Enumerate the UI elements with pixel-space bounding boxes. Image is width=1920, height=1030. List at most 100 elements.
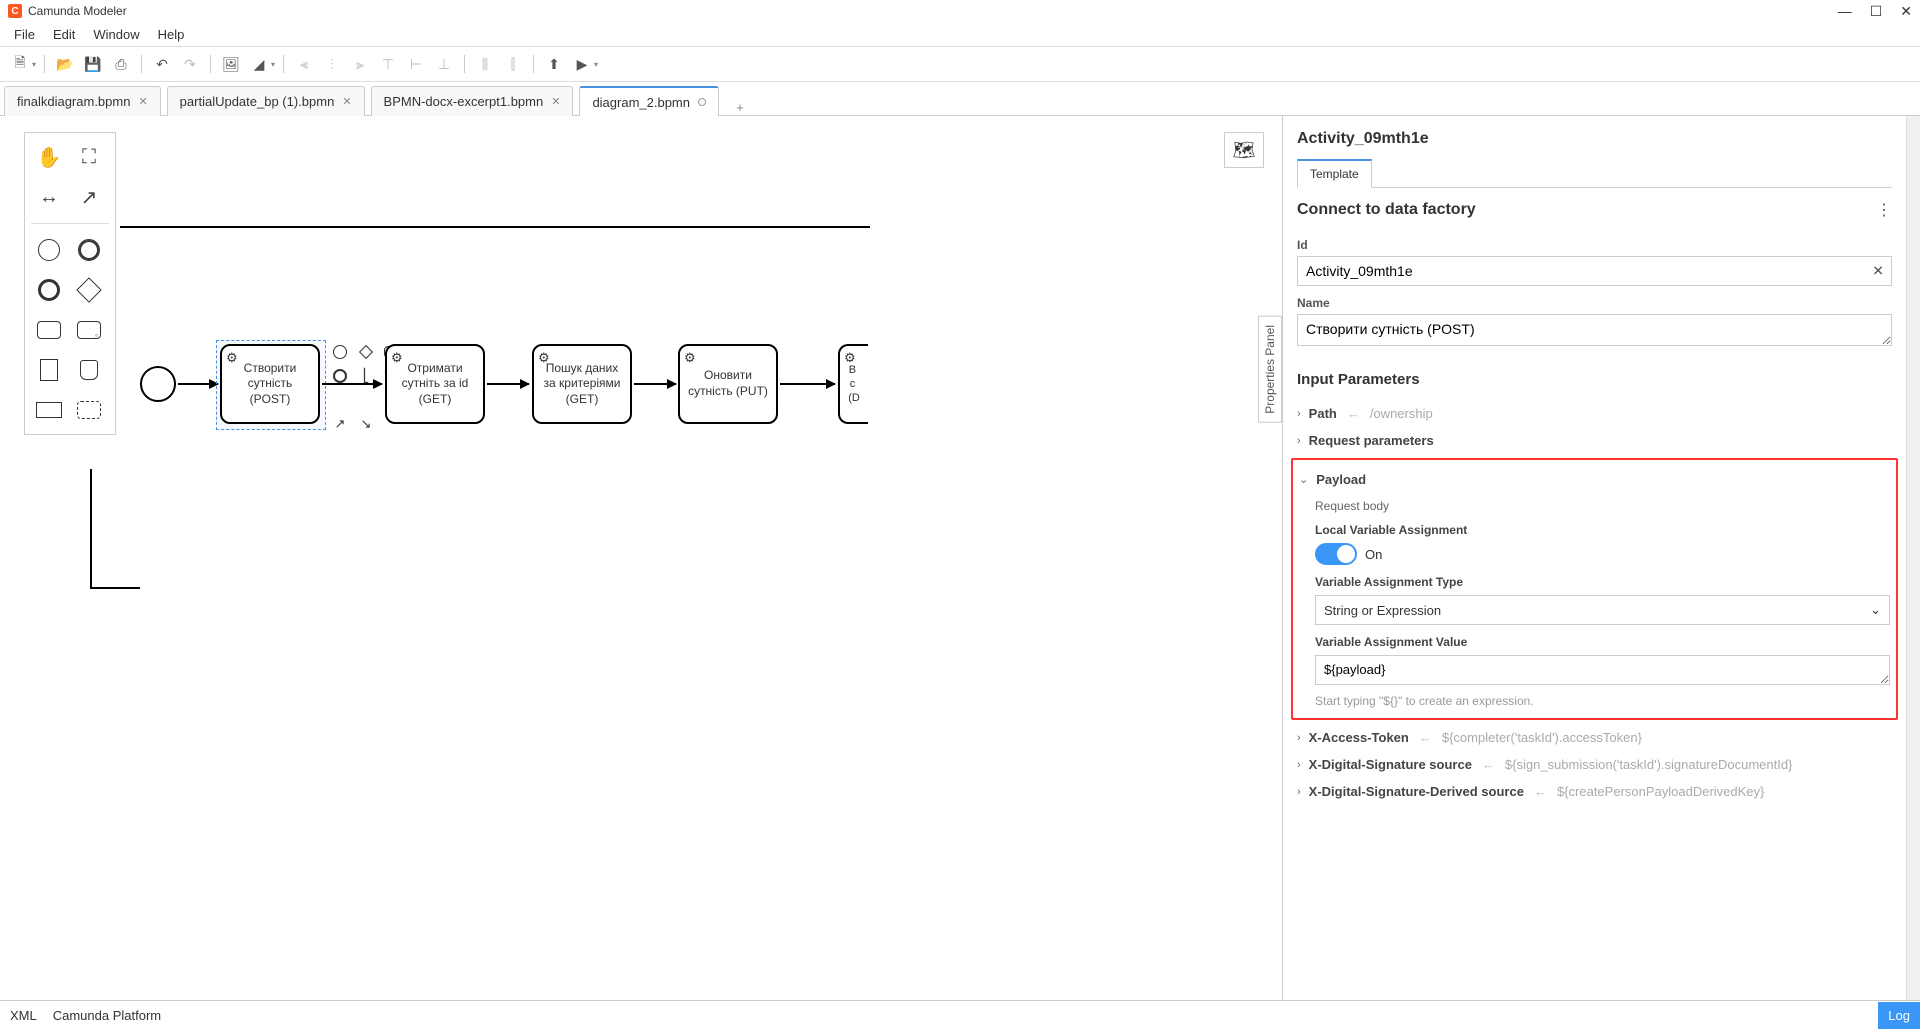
align-top-icon[interactable]: ⊤ (376, 52, 400, 76)
end-event-icon[interactable] (31, 272, 67, 308)
sequence-flow[interactable] (322, 383, 382, 385)
minimize-button[interactable]: — (1838, 3, 1852, 20)
gear-icon: ⚙ (684, 350, 696, 367)
menu-file[interactable]: File (6, 25, 43, 44)
lasso-tool-icon[interactable]: ⛶ (71, 139, 107, 175)
task-cut[interactable]: ⚙В с (D (838, 344, 868, 424)
new-file-icon[interactable]: 🗎 (8, 52, 32, 76)
participant-icon[interactable] (31, 392, 67, 428)
ctx-circle-icon[interactable] (330, 342, 350, 362)
group-icon[interactable] (71, 392, 107, 428)
menu-window[interactable]: Window (85, 25, 147, 44)
data-store-icon[interactable] (71, 352, 107, 388)
align-left-icon[interactable]: ⫷ (292, 52, 316, 76)
start-event[interactable] (140, 366, 176, 402)
minimap-toggle[interactable]: 🗺 (1224, 132, 1264, 168)
var-type-select[interactable]: String or Expression ⌄ (1315, 595, 1890, 625)
payload-row[interactable]: ⌄ Payload (1299, 466, 1890, 493)
undo-icon[interactable]: ↶ (150, 52, 174, 76)
save-icon[interactable]: 💾 (81, 52, 105, 76)
chevron-right-icon: › (1297, 732, 1301, 744)
task-get-entity[interactable]: ⚙Отримати сутніть за id (GET) (385, 344, 485, 424)
xaccess-label: X-Access-Token (1309, 730, 1409, 745)
status-platform[interactable]: Camunda Platform (53, 1008, 161, 1023)
local-var-toggle[interactable] (1315, 543, 1357, 565)
gear-icon: ⚙ (391, 350, 403, 367)
task-search[interactable]: ⚙Пошук даних за критеріями (GET) (532, 344, 632, 424)
close-button[interactable]: ✕ (1900, 3, 1912, 20)
distribute-h-icon[interactable]: ⫼ (473, 52, 497, 76)
sequence-flow[interactable] (780, 383, 835, 385)
hand-tool-icon[interactable]: ✋ (31, 139, 67, 175)
tab-diagram2[interactable]: diagram_2.bpmn (579, 86, 719, 116)
expression-help: Start typing "${}" to create an expressi… (1315, 694, 1890, 708)
properties-panel-toggle[interactable]: Properties Panel (1258, 316, 1282, 423)
intermediate-event-icon[interactable] (71, 232, 107, 268)
panel-tab-template[interactable]: Template (1297, 159, 1372, 188)
task-update[interactable]: ⚙Оновити сутність (PUT) (678, 344, 778, 424)
tab-close-icon[interactable]: ✕ (551, 95, 560, 108)
input-params-title: Input Parameters (1297, 371, 1892, 388)
kebab-menu-icon[interactable]: ⋮ (1876, 200, 1892, 220)
menubar: File Edit Window Help (0, 22, 1920, 46)
save-all-icon[interactable]: ⎙ (109, 52, 133, 76)
maximize-button[interactable]: ☐ (1870, 3, 1883, 20)
panel-scrollbar[interactable] (1906, 116, 1920, 1000)
tab-partialupdate[interactable]: partialUpdate_bp (1).bpmn ✕ (167, 86, 365, 116)
toggle-state: On (1365, 547, 1382, 562)
path-row[interactable]: › Path ← /ownership (1297, 400, 1892, 427)
request-params-row[interactable]: › Request parameters (1297, 427, 1892, 454)
tab-label: BPMN-docx-excerpt1.bpmn (384, 94, 544, 109)
payload-section: ⌄ Payload Request body Local Variable As… (1291, 458, 1898, 720)
task-label: В с (D (844, 363, 864, 406)
ctx-diamond-icon[interactable] (356, 342, 376, 362)
subprocess-icon[interactable]: ▫ (71, 312, 107, 348)
ctx-arrow-icon[interactable]: ↘ (356, 414, 376, 434)
tab-close-icon[interactable]: ✕ (138, 95, 147, 108)
align-bottom-icon[interactable]: ⊥ (432, 52, 456, 76)
connect-tool-icon[interactable]: ↗ (71, 179, 107, 215)
sequence-flow[interactable] (634, 383, 676, 385)
tab-finalkdiagram[interactable]: finalkdiagram.bpmn ✕ (4, 86, 161, 116)
align-right-icon[interactable]: ⫸ (348, 52, 372, 76)
space-tool-icon[interactable]: ↔ (31, 179, 67, 215)
align-center-v-icon[interactable]: ⊢ (404, 52, 428, 76)
id-input[interactable] (1297, 256, 1892, 286)
start-event-icon[interactable] (31, 232, 67, 268)
align-center-h-icon[interactable]: ⫶ (320, 52, 344, 76)
image-icon[interactable]: 🖼 (219, 52, 243, 76)
open-file-icon[interactable]: 📂 (53, 52, 77, 76)
status-xml[interactable]: XML (10, 1008, 37, 1023)
deploy-icon[interactable]: ⬆ (542, 52, 566, 76)
name-input[interactable] (1297, 314, 1892, 346)
sequence-flow[interactable] (487, 383, 529, 385)
color-icon[interactable]: ◢ (247, 52, 271, 76)
log-button[interactable]: Log (1878, 1002, 1920, 1029)
ctx-connect-icon[interactable]: ↗ (330, 414, 350, 434)
clear-icon[interactable]: ✕ (1872, 263, 1884, 280)
menu-edit[interactable]: Edit (45, 25, 83, 44)
toolbar: 🗎▾ 📂 💾 ⎙ ↶ ↷ 🖼 ◢▾ ⫷ ⫶ ⫸ ⊤ ⊢ ⊥ ⫼ ⫿ ⬆ ▶▾ (0, 46, 1920, 82)
tab-close-icon[interactable]: ✕ (342, 95, 351, 108)
task-create-entity[interactable]: ⚙Створити сутність (POST) (220, 344, 320, 424)
menu-help[interactable]: Help (150, 25, 193, 44)
tab-label: partialUpdate_bp (1).bpmn (180, 94, 335, 109)
distribute-v-icon[interactable]: ⫿ (501, 52, 525, 76)
play-icon[interactable]: ▶ (570, 52, 594, 76)
xsigd-row[interactable]: › X-Digital-Signature-Derived source ← $… (1297, 778, 1892, 805)
xsigd-label: X-Digital-Signature-Derived source (1309, 784, 1524, 799)
sequence-flow[interactable] (178, 383, 218, 385)
xsig-row[interactable]: › X-Digital-Signature source ← ${sign_su… (1297, 751, 1892, 778)
xaccess-row[interactable]: › X-Access-Token ← ${completer('taskId')… (1297, 724, 1892, 751)
payload-label: Payload (1316, 472, 1366, 487)
task-icon[interactable] (31, 312, 67, 348)
var-type-value: String or Expression (1324, 603, 1441, 618)
canvas[interactable]: ✋ ⛶ ↔ ↗ ▫ 🗺 Properties Panel ⚙Створити (0, 116, 1282, 1000)
tab-add-button[interactable]: + (725, 100, 755, 115)
var-value-input[interactable] (1315, 655, 1890, 685)
tab-bpmndocx[interactable]: BPMN-docx-excerpt1.bpmn ✕ (371, 86, 574, 116)
app-title: Camunda Modeler (28, 4, 127, 18)
gateway-icon[interactable] (71, 272, 107, 308)
data-object-icon[interactable] (31, 352, 67, 388)
redo-icon[interactable]: ↷ (178, 52, 202, 76)
